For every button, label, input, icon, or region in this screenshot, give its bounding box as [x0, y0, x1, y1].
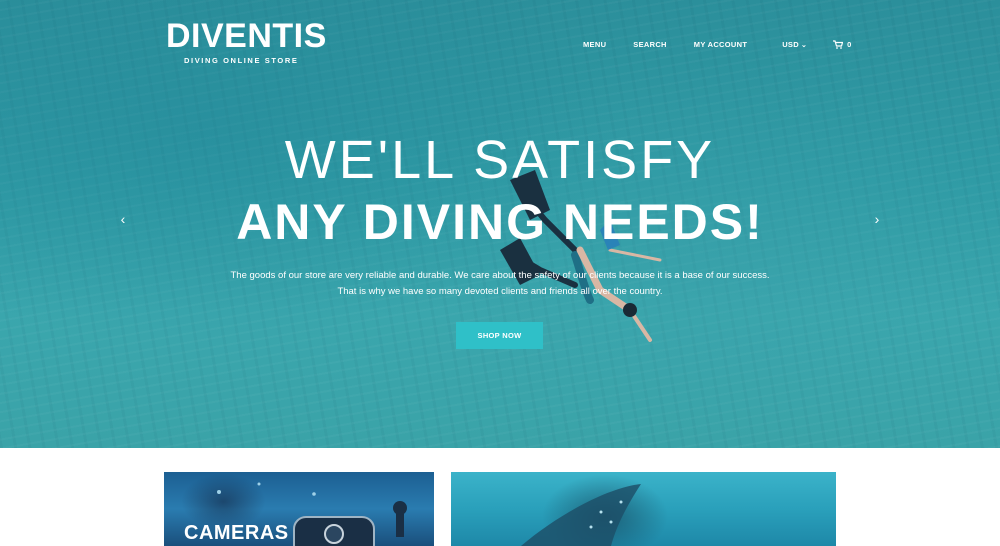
chevron-down-icon: ⌄: [800, 41, 808, 49]
logo-tagline: DIVING ONLINE STORE: [184, 56, 299, 65]
slider-prev-button[interactable]: ‹: [115, 210, 131, 228]
nav-search[interactable]: SEARCH: [633, 40, 666, 49]
hero-title-line2: ANY DIVING NEEDS!: [236, 194, 764, 250]
category-card[interactable]: [451, 472, 836, 546]
logo-wordmark: DIVENTIS: [166, 18, 327, 54]
whale-shark-image: [521, 484, 641, 546]
cart-icon: [833, 40, 844, 49]
nav-menu[interactable]: MENU: [583, 40, 606, 49]
chevron-left-icon: ‹: [120, 211, 126, 227]
category-title: CAMERAS: [184, 522, 289, 544]
main-nav: MENU SEARCH MY ACCOUNT USD ⌄ 0: [583, 40, 851, 49]
hero-title-line1: WE'LL SATISFY: [284, 130, 716, 190]
shop-now-button[interactable]: SHOP NOW: [456, 322, 543, 349]
chevron-right-icon: ›: [874, 211, 880, 227]
currency-label: USD: [782, 40, 799, 49]
logo[interactable]: DIVENTIS DIVING ONLINE STORE: [166, 18, 327, 65]
cart-count: 0: [847, 40, 852, 49]
nav-my-account[interactable]: MY ACCOUNT: [694, 40, 747, 49]
category-card-cameras[interactable]: CAMERAS: [164, 472, 434, 546]
slider-next-button[interactable]: ›: [869, 210, 885, 228]
hero-description-line2: That is why we have so many devoted clie…: [337, 286, 663, 297]
hero-description-line1: The goods of our store are very reliable…: [230, 270, 770, 281]
logo-text: DIVENTIS: [166, 17, 327, 55]
currency-selector[interactable]: USD ⌄: [782, 40, 807, 49]
hero-description: The goods of our store are very reliable…: [230, 268, 770, 300]
cart-button[interactable]: 0: [833, 40, 851, 49]
